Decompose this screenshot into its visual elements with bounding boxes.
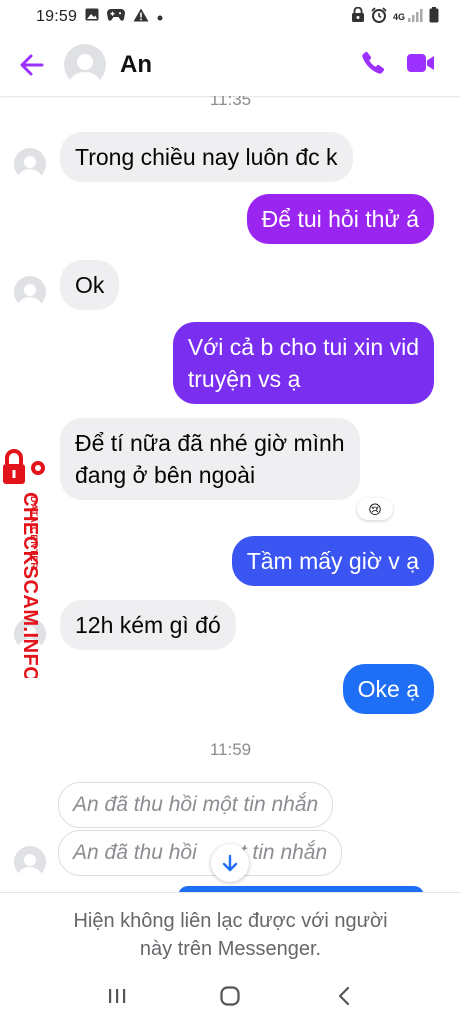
- dot-icon: [157, 8, 163, 26]
- gallery-icon: [85, 8, 99, 26]
- message-line: Với cả b cho tui xin vid: [187, 334, 419, 360]
- message-line: truyện vs ạ: [187, 366, 301, 392]
- status-time: 19:59: [36, 8, 78, 25]
- contact-avatar[interactable]: [64, 44, 106, 86]
- recalled-text-end: t tin nhắn: [240, 841, 328, 864]
- incoming-message[interactable]: Ok: [60, 260, 120, 310]
- nav-back-button[interactable]: [324, 976, 364, 1016]
- outgoing-message[interactable]: Để tui hỏi thử á: [246, 194, 434, 244]
- audio-call-button[interactable]: [361, 51, 385, 80]
- message-reaction[interactable]: 😢: [357, 498, 393, 520]
- notice-line: này trên Messenger.: [139, 938, 322, 960]
- recalled-message[interactable]: An đã thu hồi t tin nhắn: [58, 830, 343, 876]
- home-button[interactable]: [210, 976, 250, 1016]
- status-bar: 19:59 4G: [0, 0, 461, 34]
- crying-face-icon: 😢: [368, 501, 382, 517]
- incoming-message[interactable]: Để tí nữa đã nhé giờ mình đang ở bên ngo…: [60, 418, 360, 500]
- message-line: đang ở bên ngoài: [75, 462, 256, 488]
- back-arrow-icon: [20, 54, 44, 76]
- game-controller-icon: [107, 8, 126, 26]
- arrow-down-icon: [222, 854, 238, 872]
- recalled-text-start: An đã thu hồi: [73, 841, 197, 864]
- recent-apps-icon: [108, 989, 126, 1003]
- incoming-message[interactable]: Trong chiều nay luôn đc k: [60, 132, 353, 182]
- sender-avatar[interactable]: [14, 276, 46, 308]
- conversation-header: An: [0, 34, 461, 96]
- back-icon: [339, 986, 350, 1006]
- sender-avatar[interactable]: [14, 846, 46, 878]
- home-icon: [220, 986, 241, 1006]
- watermark-sub: DATA CENTER: [29, 496, 39, 570]
- battery-icon: [429, 6, 439, 28]
- network-type-label: 4G: [392, 11, 405, 22]
- outgoing-message[interactable]: Oke ạ: [342, 664, 434, 714]
- phone-icon: [362, 51, 385, 74]
- notice-line: Hiện không liên lạc được với người: [73, 910, 388, 932]
- outgoing-message[interactable]: Với cả b cho tui xin vid truyện vs ạ: [172, 322, 434, 404]
- recent-apps-button[interactable]: [97, 976, 137, 1016]
- signal-icon: [408, 8, 423, 27]
- alarm-lock-icon: [351, 6, 365, 28]
- checkscam-watermark: CHECKSCAM.INFO DATA CENTER: [0, 446, 48, 682]
- video-camera-icon: [407, 53, 434, 72]
- outgoing-message[interactable]: Tầm mấy giờ v ạ: [231, 536, 434, 586]
- message-line: Để tí nữa đã nhé giờ mình: [75, 430, 345, 456]
- sender-avatar[interactable]: [14, 148, 46, 180]
- recalled-message[interactable]: An đã thu hồi một tin nhắn: [58, 782, 334, 828]
- contact-name[interactable]: An: [120, 51, 152, 79]
- system-nav-bar: [0, 968, 461, 1024]
- warning-icon: [133, 8, 149, 27]
- incoming-message[interactable]: 12h kém gì đó: [60, 600, 236, 650]
- video-call-button[interactable]: [407, 53, 435, 78]
- watermark-lock-icon: [3, 449, 45, 484]
- alarm-clock-icon: [371, 6, 387, 28]
- message-thread[interactable]: 11:35 Trong chiều nay luôn đc k Để tui h…: [0, 96, 461, 892]
- timestamp-separator: 11:59: [209, 740, 252, 759]
- back-button[interactable]: [0, 34, 64, 96]
- unavailable-notice: Hiện không liên lạc được với người này t…: [0, 892, 461, 968]
- timestamp-separator: 11:35: [209, 96, 252, 109]
- scroll-to-bottom-button[interactable]: [211, 844, 249, 882]
